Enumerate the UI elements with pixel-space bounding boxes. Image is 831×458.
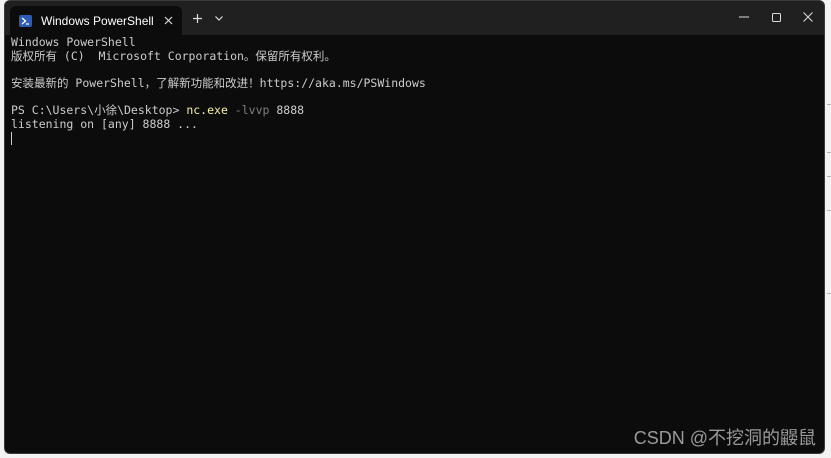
command-line: PS C:\Users\小徐\Desktop> nc.exe -lvvp 888… [11, 104, 824, 118]
terminal-line: 安装最新的 PowerShell，了解新功能和改进！https://aka.ms… [11, 76, 426, 91]
tab-close-button[interactable] [160, 13, 176, 29]
terminal-line: Windows PowerShell [11, 35, 136, 49]
title-bar[interactable]: Windows PowerShell [5, 1, 824, 35]
plus-icon [192, 13, 202, 23]
close-window-button[interactable] [791, 1, 824, 33]
minimize-button[interactable] [727, 1, 761, 33]
command-output: listening on [any] 8888 ... [11, 117, 198, 132]
prompt: PS C:\Users\小徐\Desktop> [11, 103, 187, 118]
terminal-window: Windows PowerShell Windows PowerShell 版权… [4, 0, 825, 454]
minimize-icon [739, 16, 749, 18]
command-name: nc.exe [186, 103, 228, 118]
text-cursor [11, 131, 12, 145]
terminal-output-area[interactable]: Windows PowerShell 版权所有 (C) Microsoft Co… [11, 35, 824, 453]
desktop-background: Windows PowerShell Windows PowerShell 版权… [0, 0, 831, 458]
new-tab-button[interactable] [186, 5, 208, 31]
watermark: CSDN @不挖洞的鼹鼠 [633, 428, 816, 448]
command-argument: 8888 [269, 103, 305, 118]
close-icon [803, 12, 813, 22]
maximize-button[interactable] [759, 1, 793, 33]
tab-windows-powershell[interactable]: Windows PowerShell [10, 6, 182, 35]
powershell-icon [19, 14, 32, 27]
close-icon [164, 16, 172, 25]
tab-title: Windows PowerShell [41, 13, 154, 28]
maximize-icon [771, 12, 781, 22]
tab-dropdown-button[interactable] [208, 5, 230, 31]
input-line[interactable] [11, 131, 824, 146]
terminal-line: 版权所有 (C) Microsoft Corporation。保留所有权利。 [11, 48, 336, 63]
command-parameter: -lvvp [227, 103, 270, 118]
chevron-down-icon [215, 15, 223, 21]
